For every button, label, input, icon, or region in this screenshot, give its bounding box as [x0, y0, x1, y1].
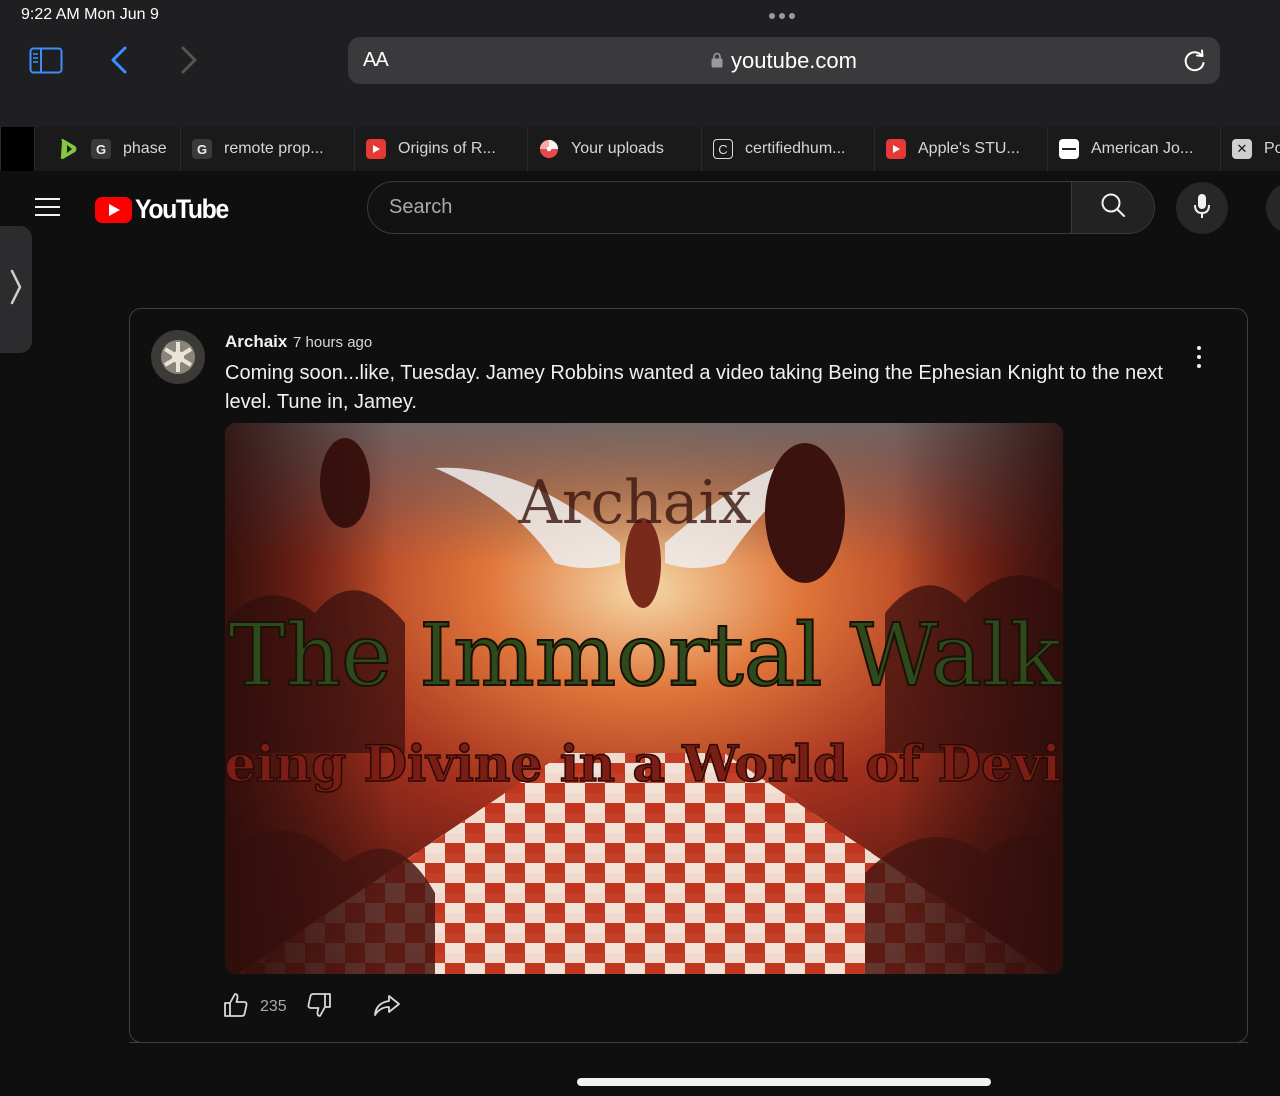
search-icon — [1100, 192, 1126, 223]
google-icon: G — [91, 139, 111, 159]
search-button[interactable] — [1071, 182, 1154, 233]
tab-american-jo[interactable]: American Jo... — [1047, 127, 1220, 171]
x-favicon-icon: ✕ — [1232, 139, 1252, 159]
tab-your-uploads[interactable]: Your uploads — [527, 127, 701, 171]
post-image[interactable]: Archaix The Immortal Walk Being Divine i… — [225, 423, 1063, 974]
url-display[interactable]: youtube.com — [348, 48, 1220, 74]
multitask-dots[interactable] — [769, 13, 795, 19]
home-indicator[interactable] — [577, 1078, 991, 1086]
reload-icon[interactable] — [1182, 48, 1208, 74]
card-divider — [129, 1042, 1248, 1043]
google-icon: G — [192, 139, 212, 159]
youtube-logo-text: YouTube — [135, 194, 229, 224]
share-icon — [373, 993, 401, 1022]
tab-label: phase — [123, 140, 167, 157]
voice-search-button[interactable] — [1176, 182, 1228, 234]
tab-blank[interactable] — [0, 127, 34, 171]
back-icon[interactable] — [106, 45, 132, 75]
tab-label: remote prop... — [224, 140, 324, 157]
side-panel-handle[interactable] — [0, 226, 32, 353]
tab-label: certifiedhum... — [745, 140, 846, 157]
tab-label: Origins of R... — [398, 140, 496, 157]
youtube-logo[interactable]: YouTube — [95, 194, 236, 225]
menu-icon[interactable] — [35, 198, 60, 216]
status-time: 9:22 AM Mon Jun 9 — [21, 6, 159, 23]
post-actions: 235 — [222, 991, 401, 1023]
youtube-play-icon — [95, 196, 132, 223]
community-post: Archaix 7 hours ago Coming soon...like, … — [129, 308, 1248, 1043]
tab-po[interactable]: ✕ Po — [1220, 127, 1280, 171]
microphone-icon — [1193, 193, 1211, 224]
sidebar-toggle-icon[interactable] — [29, 47, 63, 74]
tab-label: American Jo... — [1091, 140, 1194, 157]
rumble-icon — [59, 139, 79, 159]
channel-avatar[interactable] — [151, 330, 205, 384]
youtube-header: YouTube — [0, 171, 1280, 243]
tab-bar: G phase G remote prop... Origins of R...… — [0, 127, 1280, 171]
safari-toolbar: 9:22 AM Mon Jun 9 AA youtube.com — [0, 0, 1280, 127]
chevron-right-icon — [9, 269, 23, 310]
like-count: 235 — [260, 998, 287, 1015]
tab-phase[interactable]: G phase — [34, 127, 180, 171]
address-bar[interactable]: AA youtube.com — [348, 37, 1220, 84]
tab-label: Your uploads — [571, 140, 664, 157]
tab-label: Apple's STU... — [918, 140, 1020, 157]
post-time[interactable]: 7 hours ago — [293, 334, 372, 351]
thumbs-up-icon — [223, 992, 249, 1023]
image-watermark: Archaix — [517, 468, 751, 538]
journal-icon — [1059, 139, 1079, 159]
like-button[interactable] — [222, 992, 250, 1023]
forward-icon[interactable] — [176, 45, 202, 75]
image-title: The Immortal Walk — [228, 606, 1062, 706]
youtube-icon — [366, 139, 386, 159]
dislike-button[interactable] — [305, 992, 333, 1023]
lock-icon — [711, 48, 723, 68]
post-author[interactable]: Archaix — [225, 332, 287, 352]
tab-label: Po — [1264, 140, 1280, 157]
tab-apples-stu[interactable]: Apple's STU... — [874, 127, 1047, 171]
tab-origins[interactable]: Origins of R... — [354, 127, 527, 171]
image-subtitle: Being Divine in a World of Devils — [225, 734, 1063, 793]
more-options-icon[interactable] — [1189, 344, 1209, 370]
url-text: youtube.com — [731, 48, 857, 73]
search-box — [367, 181, 1155, 234]
create-button[interactable] — [1266, 182, 1280, 234]
tab-certifiedhum[interactable]: C certifiedhum... — [701, 127, 874, 171]
thumbs-down-icon — [306, 992, 332, 1023]
c-favicon-icon: C — [713, 139, 733, 159]
search-input[interactable] — [368, 182, 1071, 233]
share-button[interactable] — [373, 993, 401, 1021]
youtube-icon — [886, 139, 906, 159]
pinwheel-icon — [539, 139, 559, 159]
tab-remote-prop[interactable]: G remote prop... — [180, 127, 354, 171]
post-text: Coming soon...like, Tuesday. Jamey Robbi… — [225, 362, 1163, 413]
